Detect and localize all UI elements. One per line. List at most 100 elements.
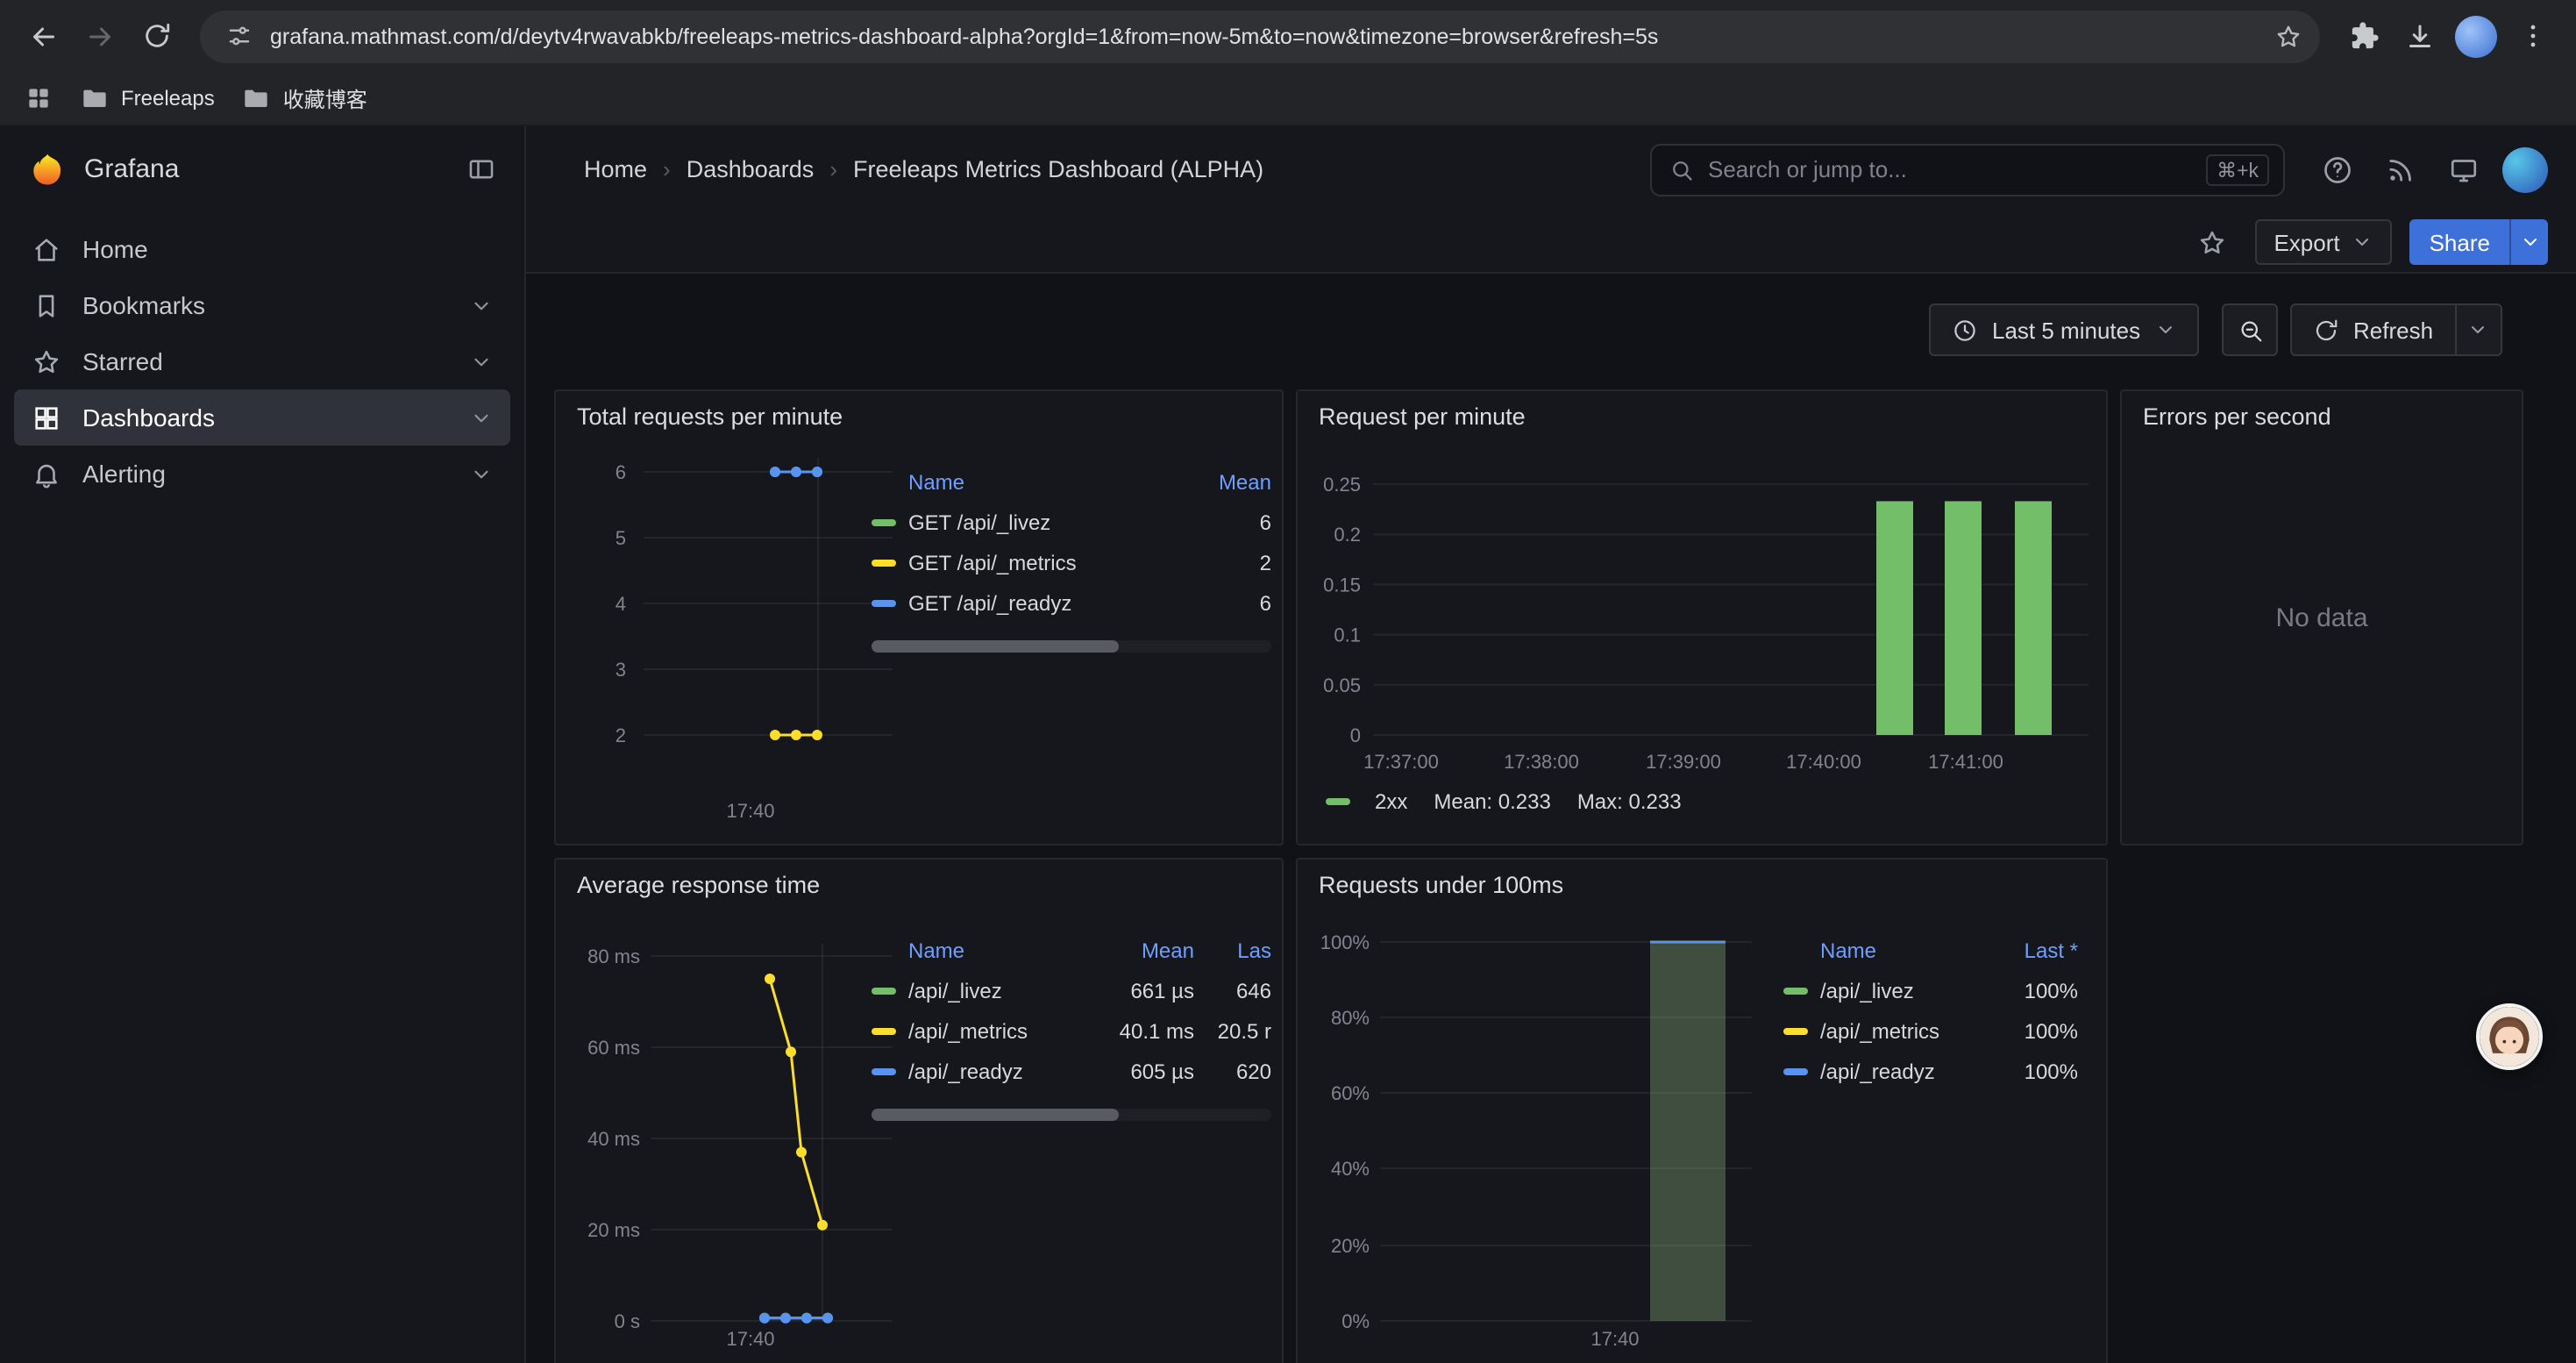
folder-icon	[81, 84, 109, 112]
share-split-button: Share	[2410, 219, 2548, 265]
legend[interactable]: 2xx Mean: 0.233 Max: 0.233	[1326, 789, 1682, 814]
legend-header: Name Mean Las	[872, 930, 1271, 970]
series-color-dash	[1326, 798, 1350, 805]
legend-header-last[interactable]: Last *	[1987, 938, 2078, 962]
dashboard-canvas: Last 5 minutes Refresh Total requests pe…	[526, 274, 2576, 1363]
svg-text:2: 2	[616, 724, 626, 746]
user-avatar[interactable]	[2502, 146, 2548, 192]
bookmark-item-blog[interactable]: 收藏博客	[243, 83, 367, 113]
browser-menu-button[interactable]	[2506, 10, 2558, 62]
legend-row[interactable]: /api/_metrics 40.1 ms 20.5 r	[872, 1010, 1271, 1051]
extensions-button[interactable]	[2338, 10, 2390, 62]
legend-scrollbar[interactable]	[872, 640, 1271, 653]
svg-text:80%: 80%	[1331, 1007, 1370, 1029]
svg-text:100%: 100%	[1320, 931, 1370, 953]
star-icon	[32, 346, 61, 376]
chevron-down-icon[interactable]	[470, 294, 493, 317]
legend-header-mean[interactable]: Mean	[1092, 938, 1194, 962]
legend-row[interactable]: /api/_readyz 100%	[1783, 1051, 2078, 1091]
legend-header-last[interactable]: Las	[1194, 938, 1271, 962]
home-icon	[32, 234, 61, 264]
back-button[interactable]	[18, 10, 70, 62]
search-box[interactable]: ⌘+k	[1650, 143, 2285, 196]
news-rss-icon[interactable]	[2376, 145, 2425, 194]
legend-row[interactable]: GET /api/_readyz 6	[872, 582, 1271, 623]
sidebar-item-home[interactable]: Home	[14, 221, 510, 277]
legend-series-mean: 605 µs	[1092, 1059, 1194, 1083]
svg-text:17:39:00: 17:39:00	[1646, 751, 1721, 773]
series-color-dash	[872, 1067, 896, 1074]
svg-text:60%: 60%	[1331, 1082, 1370, 1104]
profile-button[interactable]	[2450, 10, 2502, 62]
legend-series-last: 100%	[1987, 1059, 2078, 1083]
time-range-picker[interactable]: Last 5 minutes	[1929, 303, 2198, 356]
legend-row[interactable]: /api/_livez 661 µs 646	[872, 970, 1271, 1010]
scrollbar-thumb[interactable]	[872, 1109, 1120, 1121]
sidebar-header: Grafana	[0, 126, 524, 212]
grafana-logo[interactable]	[28, 150, 67, 189]
legend-header-mean[interactable]: Mean	[1187, 469, 1271, 494]
legend-header: Name Last *	[1783, 930, 2078, 970]
sidebar-item-dashboards[interactable]: Dashboards	[14, 389, 510, 446]
chevron-down-icon	[2154, 319, 2175, 340]
legend-row[interactable]: /api/_metrics 100%	[1783, 1010, 2078, 1051]
chevron-down-icon[interactable]	[470, 406, 493, 429]
clock-icon	[1952, 317, 1978, 343]
legend-series-name: /api/_metrics	[1820, 1018, 1987, 1043]
svg-text:0.2: 0.2	[1334, 524, 1361, 546]
scrollbar-thumb[interactable]	[872, 640, 1120, 653]
favorite-star-icon[interactable]	[2188, 218, 2237, 267]
help-icon[interactable]	[2313, 145, 2362, 194]
request-per-minute-chart[interactable]: 0.250.20.150.10.05017:37:0017:38:0017:39…	[1298, 391, 2106, 844]
sidebar-item-starred[interactable]: Starred	[14, 333, 510, 389]
site-settings-icon[interactable]	[217, 15, 260, 57]
legend-header-name[interactable]: Name	[872, 469, 1187, 494]
legend-series-name: GET /api/_metrics	[908, 550, 1187, 574]
breadcrumb-dashboards[interactable]: Dashboards	[687, 156, 815, 182]
legend-header-name[interactable]: Name	[1783, 938, 1987, 962]
search-input[interactable]	[1708, 156, 2192, 182]
screen: Freeleaps 收藏博客 Grafana Home	[0, 0, 2576, 1363]
refresh-split-button: Refresh	[2290, 303, 2501, 356]
chevron-down-icon[interactable]	[470, 350, 493, 373]
address-bar[interactable]	[200, 10, 2320, 62]
reload-button[interactable]	[130, 10, 182, 62]
series-color-dash	[872, 599, 896, 606]
legend-row[interactable]: GET /api/_livez 6	[872, 502, 1271, 542]
forward-button[interactable]	[74, 10, 126, 62]
svg-text:20 ms: 20 ms	[587, 1219, 640, 1241]
bookmark-star-icon[interactable]	[2267, 15, 2309, 57]
svg-text:0.05: 0.05	[1323, 674, 1361, 696]
svg-text:60 ms: 60 ms	[587, 1037, 640, 1059]
svg-text:80 ms: 80 ms	[587, 946, 640, 967]
zoom-out-icon	[2237, 317, 2263, 343]
refresh-interval-dropdown[interactable]	[2454, 305, 2500, 354]
share-button[interactable]: Share	[2410, 219, 2509, 265]
sidebar-item-bookmarks[interactable]: Bookmarks	[14, 277, 510, 333]
legend-row[interactable]: /api/_readyz 605 µs 620	[872, 1051, 1271, 1091]
export-button[interactable]: Export	[2254, 219, 2392, 265]
share-dropdown[interactable]	[2509, 219, 2548, 265]
screen-share-icon[interactable]	[2439, 145, 2488, 194]
svg-text:0: 0	[1350, 724, 1361, 746]
legend-series-name: /api/_readyz	[1820, 1059, 1987, 1083]
url-input[interactable]	[270, 24, 2257, 48]
legend-table: Name Mean GET /api/_livez 6 GET /api/_me…	[872, 461, 1271, 653]
legend-row[interactable]: /api/_livez 100%	[1783, 970, 2078, 1010]
legend-header-name[interactable]: Name	[872, 938, 1092, 962]
legend-scrollbar[interactable]	[872, 1109, 1271, 1121]
breadcrumb-home[interactable]: Home	[584, 156, 647, 182]
floating-avatar[interactable]	[2476, 1003, 2543, 1070]
sidebar-toggle-icon[interactable]	[466, 154, 496, 184]
downloads-button[interactable]	[2394, 10, 2446, 62]
svg-text:40 ms: 40 ms	[587, 1128, 640, 1150]
legend-series-mean: 2	[1187, 550, 1271, 574]
apps-grid-icon[interactable]	[25, 84, 53, 112]
refresh-button[interactable]: Refresh	[2292, 305, 2454, 354]
zoom-out-button[interactable]	[2222, 303, 2278, 356]
topnav: Home › Dashboards › Freeleaps Metrics Da…	[526, 126, 2576, 212]
bookmark-item-freeleaps[interactable]: Freeleaps	[81, 84, 215, 112]
legend-row[interactable]: GET /api/_metrics 2	[872, 542, 1271, 582]
chevron-down-icon[interactable]	[470, 462, 493, 485]
sidebar-item-alerting[interactable]: Alerting	[14, 446, 510, 502]
